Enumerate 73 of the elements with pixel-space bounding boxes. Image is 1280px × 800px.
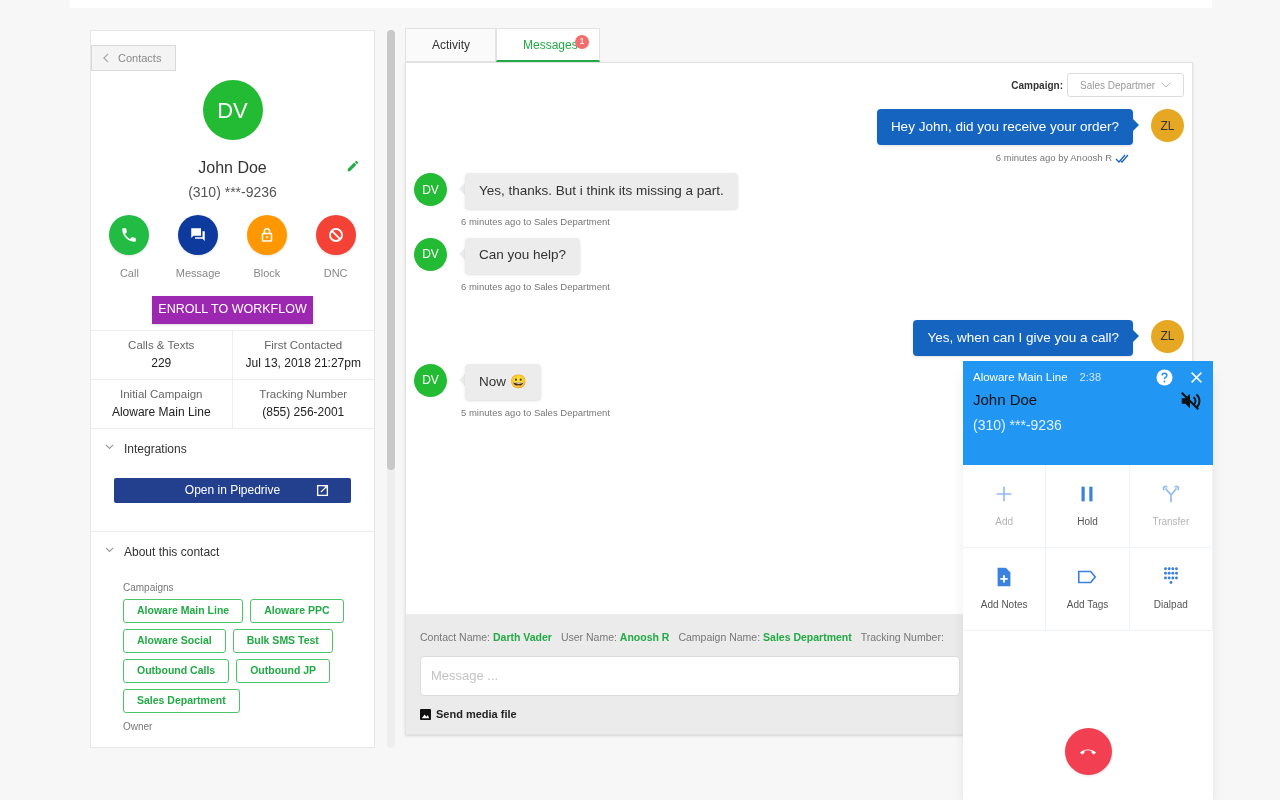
contact-name: John Doe bbox=[198, 158, 267, 178]
info-field: Tracking Number: bbox=[860, 630, 944, 646]
contact-phone: (310) ***-9236 bbox=[187, 183, 278, 202]
message-bubble: Can you help? bbox=[465, 237, 581, 274]
action-button[interactable]: Call bbox=[99, 215, 160, 282]
info-field: User Name: Anoosh R bbox=[560, 630, 670, 646]
message-bubble: Yes, when can I give you a call? bbox=[913, 319, 1133, 356]
campaign-tag: Bulk SMS Test bbox=[232, 628, 333, 653]
user-avatar: DV bbox=[414, 363, 447, 397]
caller-name: John Doe bbox=[973, 390, 1038, 411]
message-meta: 6 minutes ago to Sales Department bbox=[461, 279, 610, 294]
info-field: Campaign Name: Sales Department bbox=[678, 630, 852, 646]
stat-value: Aloware Main Line bbox=[111, 404, 211, 422]
tab[interactable]: Activity bbox=[405, 28, 496, 62]
action-button[interactable]: Block bbox=[236, 215, 297, 282]
campaign-tag: Aloware PPC bbox=[250, 598, 344, 623]
help-icon[interactable] bbox=[1156, 369, 1173, 387]
stat-label: Initial Campaign bbox=[120, 386, 203, 402]
stat-value: (855) 256-2001 bbox=[262, 404, 345, 422]
edit-icon[interactable] bbox=[346, 159, 360, 173]
pipedrive-button[interactable]: Open in Pipedrive bbox=[114, 477, 351, 503]
user-avatar: ZL bbox=[1151, 319, 1184, 353]
caller-phone: (310) ***-9236 bbox=[973, 415, 1063, 435]
campaigns-label: Campaigns bbox=[122, 580, 175, 595]
campaign-tag: Outbound JP bbox=[236, 658, 331, 683]
external-link-icon bbox=[316, 483, 329, 497]
user-avatar: ZL bbox=[1151, 109, 1184, 142]
call-action-button[interactable]: Add Tags bbox=[1046, 548, 1130, 631]
owner-label: Owner bbox=[122, 719, 154, 734]
back-button[interactable]: Contacts bbox=[91, 45, 176, 71]
image-icon bbox=[420, 708, 431, 720]
phone-icon bbox=[120, 226, 139, 244]
campaign-tag: Aloware Main Line bbox=[123, 598, 244, 623]
phone-hang-up-icon bbox=[1080, 748, 1096, 755]
action-button[interactable]: DNC bbox=[305, 215, 366, 282]
send-media-button[interactable]: Send media file bbox=[420, 705, 517, 723]
close-icon[interactable] bbox=[1190, 371, 1203, 385]
user-avatar: DV bbox=[414, 173, 447, 207]
info-field: Contact Name: Darth Vader bbox=[420, 630, 552, 646]
section-header[interactable]: Integrations bbox=[91, 428, 374, 469]
chevron-down-icon bbox=[1161, 82, 1171, 88]
enroll-button[interactable]: ENROLL TO WORKFLOW bbox=[152, 295, 313, 324]
stat-label: First Contacted bbox=[264, 337, 343, 353]
message-bubble: Now 😀 bbox=[465, 363, 541, 400]
stat-label: Calls & Texts bbox=[128, 337, 195, 353]
speaker-muted-icon[interactable] bbox=[1179, 389, 1201, 412]
section-header[interactable]: About this contact bbox=[91, 531, 374, 572]
action-button[interactable]: Message bbox=[168, 215, 229, 282]
message-bubble: Yes, thanks. But i think its missing a part. bbox=[465, 173, 738, 210]
hang-up-button[interactable] bbox=[1064, 728, 1112, 775]
campaign-tag: Sales Department bbox=[123, 688, 240, 713]
call-line: Aloware Main Line bbox=[973, 370, 1068, 385]
call-action-button[interactable]: Dialpad bbox=[1129, 548, 1213, 631]
message-bubble: Hey John, did you receive your order? bbox=[876, 109, 1133, 145]
chevron-left-icon bbox=[102, 53, 110, 63]
contact-avatar: DV bbox=[202, 80, 263, 140]
stat-value: 229 bbox=[151, 355, 172, 373]
message-meta: 5 minutes ago to Sales Department bbox=[461, 405, 610, 420]
prohibited-icon bbox=[326, 226, 345, 244]
campaign-tag: Aloware Social bbox=[123, 628, 226, 653]
stat-value: Jul 13, 2018 21:27pm bbox=[245, 355, 361, 373]
stat-label: Tracking Number bbox=[259, 386, 348, 402]
campaign-label: Campaign: bbox=[1011, 78, 1063, 93]
message-meta: 6 minutes ago to Sales Department bbox=[461, 215, 610, 230]
call-timer: 2:38 bbox=[1079, 370, 1102, 386]
message-meta: 6 minutes ago by Anoosh R bbox=[995, 151, 1112, 165]
call-action-button[interactable]: Hold bbox=[1046, 465, 1130, 548]
user-avatar: DV bbox=[414, 237, 447, 271]
call-action-button[interactable]: Add Notes bbox=[963, 548, 1047, 631]
chat-icon bbox=[189, 226, 208, 244]
scrollbar[interactable] bbox=[387, 30, 395, 748]
campaign-tag: Outbound Calls bbox=[123, 658, 230, 683]
message-input[interactable]: Message ... bbox=[420, 655, 960, 696]
